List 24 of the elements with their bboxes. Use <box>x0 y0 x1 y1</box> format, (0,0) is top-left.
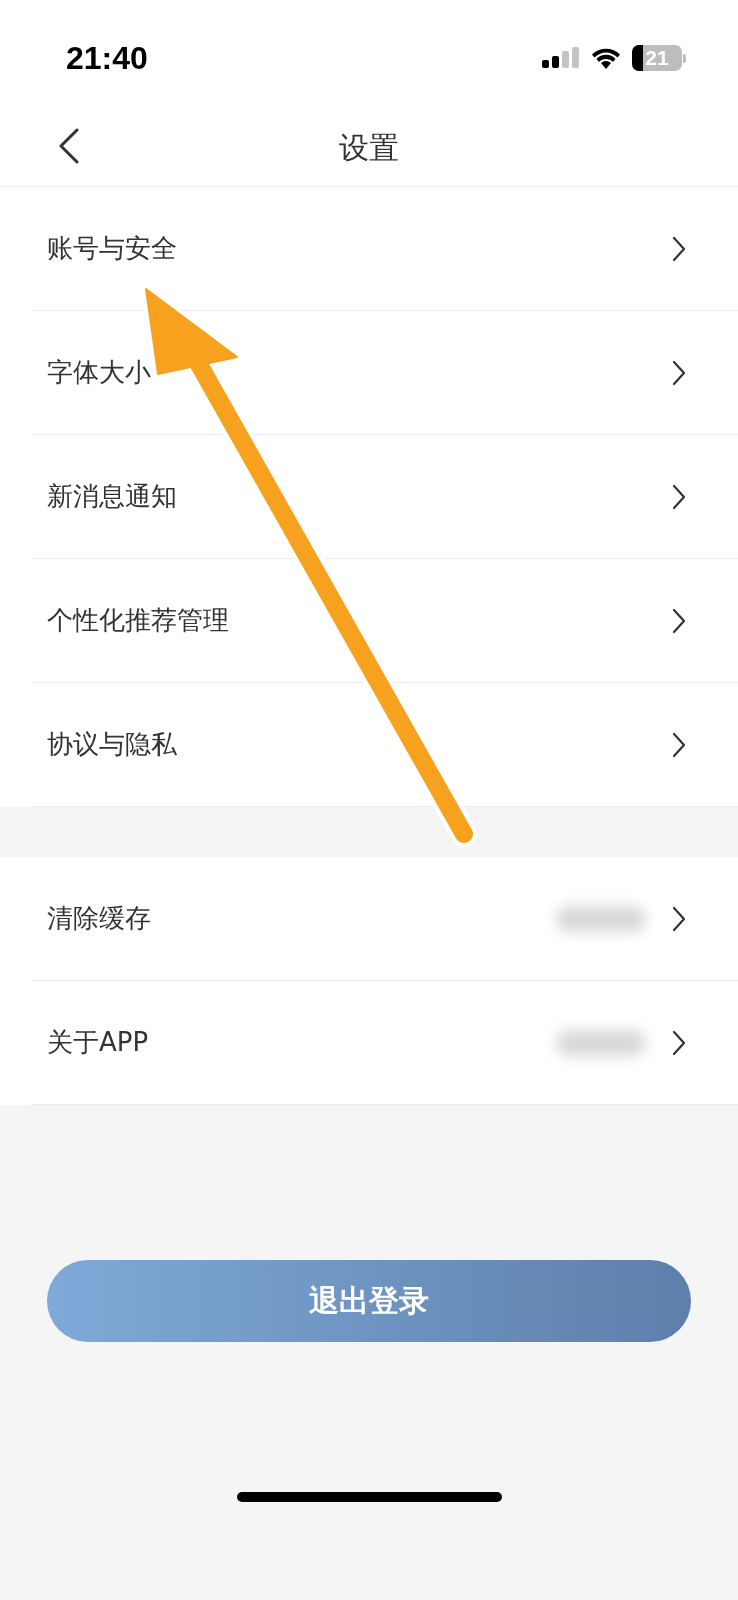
page-title: 设置 <box>339 128 399 167</box>
settings-row[interactable]: 个性化推荐管理 <box>31 559 738 683</box>
row-label: 账号与安全 <box>47 232 178 265</box>
row-label: 清除缓存 <box>47 902 152 935</box>
settings-row[interactable]: 协议与隐私 <box>31 683 738 807</box>
wifi-icon <box>590 46 622 70</box>
chevron-icon <box>672 483 686 510</box>
status-time: 21:40 <box>66 39 148 77</box>
row-label: 个性化推荐管理 <box>47 604 230 637</box>
chevron-icon <box>672 1029 686 1056</box>
chevron-icon <box>672 607 686 634</box>
chevron-icon <box>672 731 686 758</box>
row-label: 新消息通知 <box>47 480 178 513</box>
chevron-icon <box>672 359 686 386</box>
chevron-icon <box>672 235 686 262</box>
row-label: 字体大小 <box>47 356 152 389</box>
settings-row[interactable]: 清除缓存 <box>31 857 738 981</box>
row-label: 协议与隐私 <box>47 728 178 761</box>
settings-row[interactable]: 新消息通知 <box>31 435 738 559</box>
back-icon[interactable] <box>58 128 80 164</box>
signal-icon <box>542 47 580 69</box>
settings-row[interactable]: 关于APP <box>31 981 738 1105</box>
row-label: 关于APP <box>47 1026 150 1059</box>
chevron-icon <box>672 905 686 932</box>
